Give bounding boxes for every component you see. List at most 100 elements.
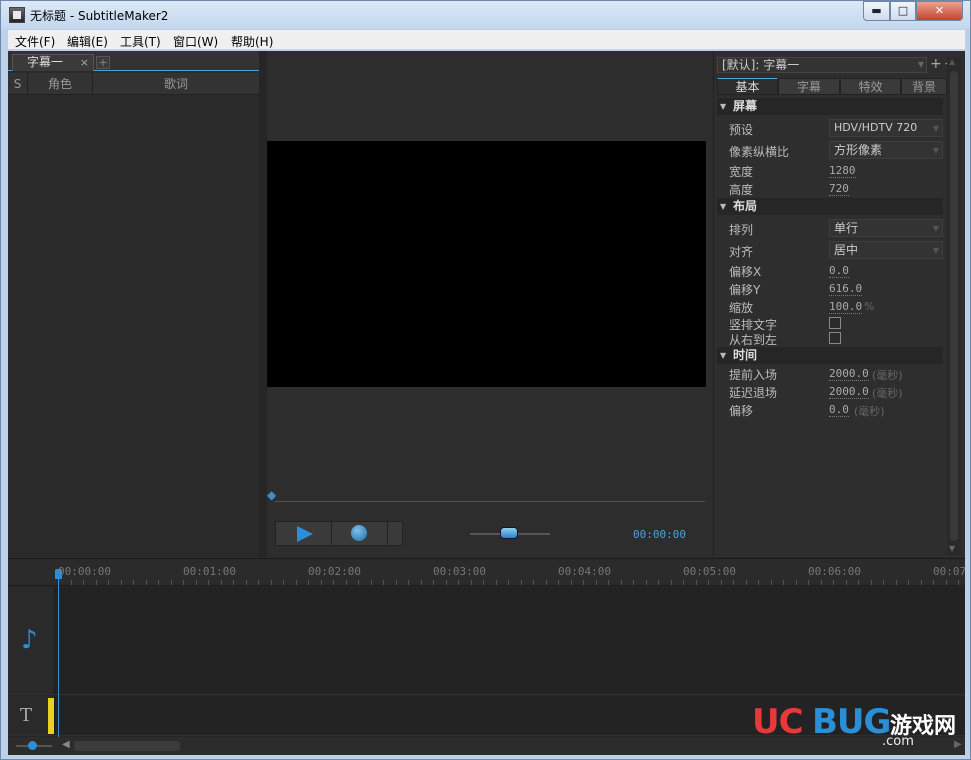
- zoom-knob[interactable]: [28, 741, 37, 750]
- scroll-thumb[interactable]: [950, 71, 958, 541]
- align-label: 对齐: [729, 245, 754, 259]
- ruler-tick: [933, 580, 934, 585]
- add-tab-button[interactable]: +: [96, 56, 110, 69]
- ruler-tick: [558, 580, 559, 585]
- add-preset-icon[interactable]: +: [930, 56, 942, 72]
- ruler-tick: [496, 580, 497, 585]
- menu-edit[interactable]: 编辑(E): [67, 33, 108, 50]
- scrub-track[interactable]: [275, 501, 705, 502]
- ruler-tick: [471, 580, 472, 585]
- height-value[interactable]: 720: [829, 182, 849, 196]
- ruler-tick: [183, 580, 184, 585]
- vertical-text-checkbox[interactable]: [829, 317, 841, 329]
- volume-knob[interactable]: [500, 527, 518, 539]
- ruler-tick: [208, 580, 209, 585]
- section-layout[interactable]: 布局: [717, 198, 943, 215]
- ruler-tick: [158, 580, 159, 585]
- watermark-bug: BUG: [812, 702, 891, 742]
- time-display: 00:00:00: [633, 528, 686, 541]
- ruler-tick: [246, 580, 247, 585]
- ruler-tick: [108, 580, 109, 585]
- ruler-tick: [683, 580, 684, 585]
- tab-subtitle[interactable]: 字幕: [778, 78, 840, 95]
- preset-dropdown[interactable]: HDV/HDTV 720: [829, 119, 943, 137]
- ruler-tick: [846, 580, 847, 585]
- maximize-button[interactable]: □: [890, 1, 916, 21]
- doc-tab-close-icon[interactable]: ×: [80, 55, 89, 70]
- ruler-tick: [783, 580, 784, 585]
- minimize-button[interactable]: ▬: [863, 1, 890, 21]
- menu-tools[interactable]: 工具(T): [120, 33, 161, 50]
- scrub-head-icon[interactable]: ◆: [267, 488, 281, 502]
- text-clip-marker[interactable]: [48, 698, 54, 734]
- ruler-tick-label: 00:01:00: [183, 565, 236, 578]
- video-preview: [267, 141, 706, 387]
- ruler-tick-label: 00:06:00: [808, 565, 861, 578]
- ruler-tick: [758, 580, 759, 585]
- column-role[interactable]: 角色: [28, 73, 93, 95]
- ruler-tick: [671, 580, 672, 585]
- audio-track[interactable]: ♪: [8, 587, 965, 695]
- ruler-tick-label: 00:05:00: [683, 565, 736, 578]
- play-button[interactable]: [276, 522, 332, 545]
- menu-file[interactable]: 文件(F): [15, 33, 55, 50]
- ruler-tick: [571, 580, 572, 585]
- enter-value[interactable]: 2000.0: [829, 367, 869, 381]
- properties-scrollbar[interactable]: ▲ ▼: [947, 57, 961, 555]
- ruler-tick: [771, 580, 772, 585]
- offset-y-value[interactable]: 616.0: [829, 282, 863, 296]
- exit-value[interactable]: 2000.0: [829, 385, 869, 399]
- offset-x-value[interactable]: 0.0: [829, 264, 849, 278]
- record-button[interactable]: [332, 522, 388, 545]
- app-window: 无标题 - SubtitleMaker2 ▬ □ ✕ 文件(F) 编辑(E) 工…: [0, 0, 971, 760]
- close-button[interactable]: ✕: [916, 1, 963, 21]
- ruler-tick: [521, 580, 522, 585]
- window-title: 无标题 - SubtitleMaker2: [30, 9, 169, 23]
- align-dropdown[interactable]: 居中: [829, 241, 943, 259]
- ruler-tick: [833, 580, 834, 585]
- ruler-tick-label: 00:03:00: [433, 565, 486, 578]
- ruler-tick: [146, 580, 147, 585]
- offset-y-label: 偏移Y: [729, 283, 761, 297]
- width-value[interactable]: 1280: [829, 164, 856, 178]
- ruler-tick: [383, 580, 384, 585]
- section-screen[interactable]: 屏幕: [717, 98, 943, 115]
- ruler-tick: [308, 580, 309, 585]
- arrange-dropdown[interactable]: 单行: [829, 219, 943, 237]
- preset-select[interactable]: [默认]: 字幕一: [717, 57, 927, 73]
- preview-panel: ◆ 00:00:00: [267, 51, 713, 557]
- menu-window[interactable]: 窗口(W): [173, 33, 218, 50]
- ruler-tick: [533, 580, 534, 585]
- time-offset-value[interactable]: 0.0: [829, 403, 849, 417]
- ruler-tick-label: 00:07: [933, 565, 967, 578]
- column-s[interactable]: S: [8, 73, 28, 95]
- ruler-tick: [821, 580, 822, 585]
- app-icon[interactable]: [9, 7, 25, 23]
- ruler-tick: [508, 580, 509, 585]
- panel-splitter[interactable]: [259, 51, 267, 557]
- tab-background[interactable]: 背景: [901, 78, 947, 95]
- doc-tab[interactable]: 字幕一 ×: [12, 54, 94, 71]
- scroll-up-icon[interactable]: ▲: [949, 57, 955, 66]
- ruler-tick: [896, 580, 897, 585]
- watermark-com: .com: [882, 734, 914, 749]
- ruler-tick: [433, 580, 434, 585]
- menu-help[interactable]: 帮助(H): [231, 33, 273, 50]
- tab-effects[interactable]: 特效: [840, 78, 901, 95]
- ruler-tick-label: 00:04:00: [558, 565, 611, 578]
- aspect-dropdown[interactable]: 方形像素: [829, 141, 943, 159]
- rtl-checkbox[interactable]: [829, 332, 841, 344]
- scroll-down-icon[interactable]: ▼: [949, 544, 955, 553]
- scale-value[interactable]: 100.0: [829, 300, 863, 314]
- time-ruler[interactable]: 00:00:00 00:01:00 00:02:00 00:03:00 00:04:00…: [8, 559, 967, 586]
- ruler-tick: [296, 580, 297, 585]
- section-time[interactable]: 时间: [717, 347, 943, 364]
- ruler-tick: [583, 580, 584, 585]
- watermark-uc: UC: [752, 702, 804, 742]
- width-label: 宽度: [729, 165, 754, 179]
- tab-basic[interactable]: 基本: [717, 78, 778, 95]
- horizontal-scroll-thumb[interactable]: [74, 741, 180, 751]
- column-lyrics[interactable]: 歌词: [93, 73, 259, 95]
- properties-panel: [默认]: 字幕一 + − 基本 字幕 特效 背景 屏幕 预设 HDV/HDTV…: [713, 51, 965, 557]
- scroll-left-icon[interactable]: ◀: [62, 739, 70, 750]
